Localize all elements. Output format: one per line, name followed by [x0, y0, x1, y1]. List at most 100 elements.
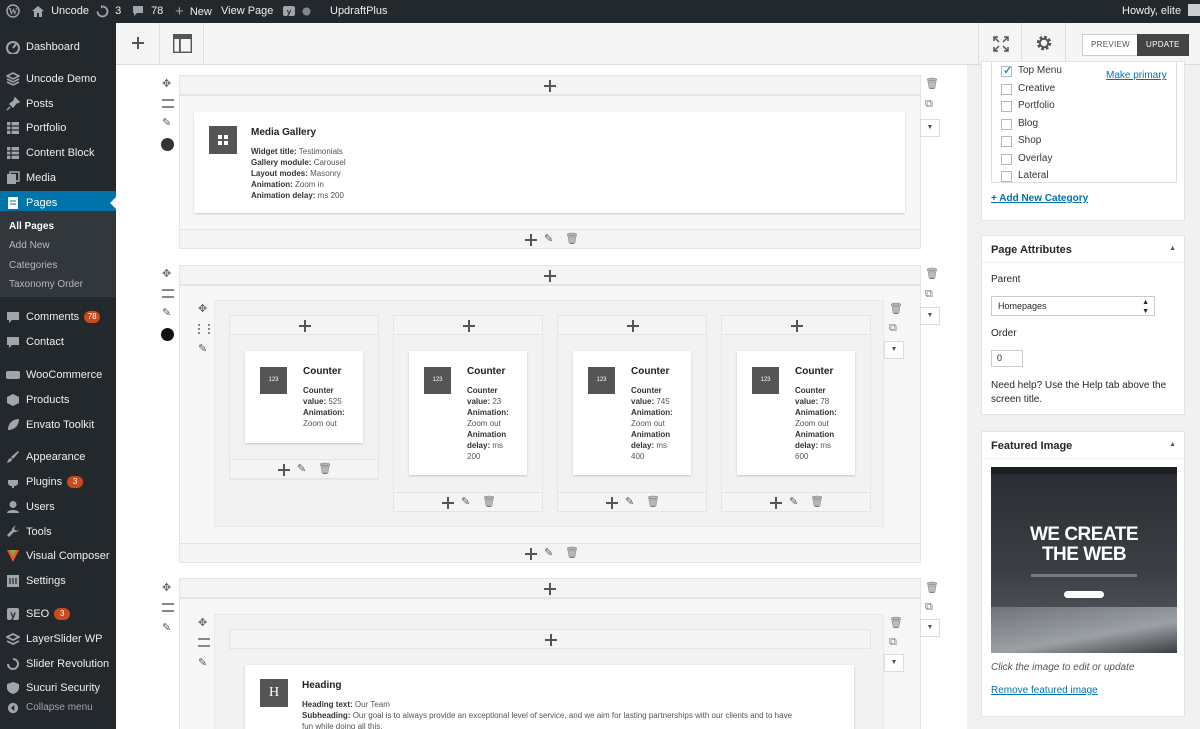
sidebar-item-envato-toolkit[interactable]: Envato Toolkit: [0, 413, 116, 437]
sidebar-item-layerslider-wp[interactable]: LayerSlider WP: [0, 627, 116, 651]
counter-element[interactable]: 123 Counter Counter value: 525 Animation: Z…: [245, 351, 363, 443]
sidebar-item-portfolio[interactable]: Portfolio: [0, 116, 116, 140]
column-header[interactable]: [229, 629, 871, 649]
sidebar-item-products[interactable]: Products: [0, 388, 116, 412]
trash-icon[interactable]: 🗑: [318, 462, 332, 475]
category-checkbox[interactable]: [1001, 136, 1012, 147]
column-header[interactable]: [229, 315, 379, 335]
category-checkbox[interactable]: [1001, 83, 1012, 95]
move-icon[interactable]: ✥: [198, 302, 207, 315]
yoast-icon[interactable]: y: [283, 0, 295, 23]
trash-icon[interactable]: 🗑: [810, 495, 824, 508]
plus-icon[interactable]: [299, 320, 311, 332]
pencil-icon[interactable]: ✎: [544, 232, 553, 245]
box-header[interactable]: Featured Image ▲: [982, 432, 1184, 459]
comments-link[interactable]: 78: [132, 0, 163, 23]
sidebar-item-plugins[interactable]: Plugins 3: [0, 470, 116, 494]
pencil-icon[interactable]: ✎: [162, 116, 171, 129]
move-icon[interactable]: ✥: [162, 267, 171, 280]
move-icon[interactable]: ✥: [198, 616, 207, 629]
category-checkbox[interactable]: [1001, 153, 1012, 165]
duplicate-icon[interactable]: ⧉: [889, 636, 897, 649]
media-gallery-element[interactable]: Media Gallery Widget title: Testimonials…: [194, 112, 905, 213]
updates-link[interactable]: 3: [96, 0, 121, 23]
templates-button[interactable]: [160, 23, 204, 65]
trash-icon[interactable]: 🗑: [889, 616, 903, 629]
row-header[interactable]: [179, 265, 921, 285]
counter-element[interactable]: 123 Counter Counter value: 78 Animation: Zo…: [737, 351, 855, 475]
trash-icon[interactable]: 🗑: [925, 267, 939, 280]
pencil-icon[interactable]: ✎: [789, 495, 798, 508]
category-checkbox[interactable]: [1001, 101, 1012, 112]
sidebar-item-appearance[interactable]: Appearance: [0, 445, 116, 469]
submenu-add-new[interactable]: Add New: [9, 240, 50, 251]
heading-element[interactable]: H Heading Heading text: Our Team Subhead…: [245, 665, 854, 729]
site-name-link[interactable]: Uncode: [32, 0, 89, 23]
category-checkbox[interactable]: [1001, 171, 1012, 182]
pencil-icon[interactable]: ✎: [544, 546, 553, 559]
chevron-down-icon[interactable]: ▼: [920, 307, 940, 325]
trash-icon[interactable]: 🗑: [565, 546, 579, 559]
category-label[interactable]: Top Menu: [1018, 65, 1062, 76]
pencil-icon[interactable]: ✎: [461, 495, 470, 508]
duplicate-icon[interactable]: ⧉: [925, 98, 933, 111]
category-label[interactable]: Overlay: [1018, 153, 1052, 164]
new-content-link[interactable]: + New: [175, 0, 212, 23]
submenu-taxonomy-order[interactable]: Taxonomy Order: [9, 279, 83, 290]
category-checkbox[interactable]: ✓: [1001, 65, 1012, 77]
trash-icon[interactable]: 🗑: [482, 495, 496, 508]
collapse-arrow-icon[interactable]: ▲: [1169, 245, 1176, 252]
plus-icon[interactable]: [606, 497, 618, 509]
sidebar-item-dashboard[interactable]: Dashboard: [0, 35, 116, 59]
column-header[interactable]: [557, 315, 707, 335]
make-primary-link[interactable]: Make primary: [1106, 70, 1167, 81]
updraftplus-link[interactable]: UpdraftPlus: [330, 0, 387, 23]
collapse-menu-button[interactable]: Collapse menu: [0, 696, 116, 720]
pencil-icon[interactable]: ✎: [162, 621, 171, 634]
parent-select[interactable]: Homepages ▲ ▼: [991, 296, 1155, 316]
plus-icon[interactable]: [278, 464, 290, 476]
submenu-all-pages[interactable]: All Pages: [9, 221, 54, 232]
category-checkbox[interactable]: [1001, 118, 1012, 130]
color-dot-icon[interactable]: [161, 328, 174, 341]
color-dot-icon[interactable]: [161, 138, 174, 151]
layout-icon[interactable]: [162, 603, 174, 612]
remove-featured-image-link[interactable]: Remove featured image: [991, 685, 1098, 696]
chevron-down-icon[interactable]: ▼: [920, 619, 940, 637]
plus-icon[interactable]: [463, 320, 475, 332]
counter-element[interactable]: 123 Counter Counter value: 23 Animation: Zo…: [409, 351, 527, 475]
chevron-down-icon[interactable]: ▼: [884, 654, 904, 672]
trash-icon[interactable]: 🗑: [565, 232, 579, 245]
fullscreen-button[interactable]: [978, 23, 1022, 65]
add-element-button[interactable]: [116, 23, 160, 65]
duplicate-icon[interactable]: ⧉: [925, 601, 933, 614]
category-label[interactable]: Portfolio: [1018, 100, 1055, 111]
sidebar-item-media[interactable]: Media: [0, 166, 116, 190]
move-icon[interactable]: ✥: [162, 581, 171, 594]
view-page-link[interactable]: View Page: [221, 0, 273, 23]
plus-icon[interactable]: [544, 583, 556, 595]
plus-icon[interactable]: [544, 270, 556, 282]
row-header[interactable]: [179, 75, 921, 95]
row-header[interactable]: [179, 578, 921, 598]
pencil-icon[interactable]: ✎: [162, 306, 171, 319]
chevron-down-icon[interactable]: ▼: [920, 119, 940, 137]
sidebar-item-tools[interactable]: Tools: [0, 520, 116, 544]
sidebar-item-uncode-demo[interactable]: Uncode Demo: [0, 67, 116, 91]
plus-icon[interactable]: [442, 497, 454, 509]
pencil-icon[interactable]: ✎: [297, 462, 306, 475]
chevron-down-icon[interactable]: ▼: [884, 341, 904, 359]
box-header[interactable]: Page Attributes ▲: [982, 236, 1184, 263]
sidebar-item-content-block[interactable]: Content Block: [0, 141, 116, 165]
pencil-icon[interactable]: ✎: [198, 656, 207, 669]
pencil-icon[interactable]: ✎: [198, 342, 207, 355]
layout-icon[interactable]: [198, 638, 210, 647]
category-label[interactable]: Creative: [1018, 83, 1055, 94]
category-label[interactable]: Blog: [1018, 118, 1038, 129]
update-button[interactable]: UPDATE: [1137, 34, 1189, 56]
sidebar-item-settings[interactable]: Settings: [0, 569, 116, 593]
settings-button[interactable]: [1022, 23, 1066, 65]
counter-element[interactable]: 123 Counter Counter value: 745 Animation: Z…: [573, 351, 691, 475]
category-label[interactable]: Shop: [1018, 135, 1041, 146]
pencil-icon[interactable]: ✎: [625, 495, 634, 508]
